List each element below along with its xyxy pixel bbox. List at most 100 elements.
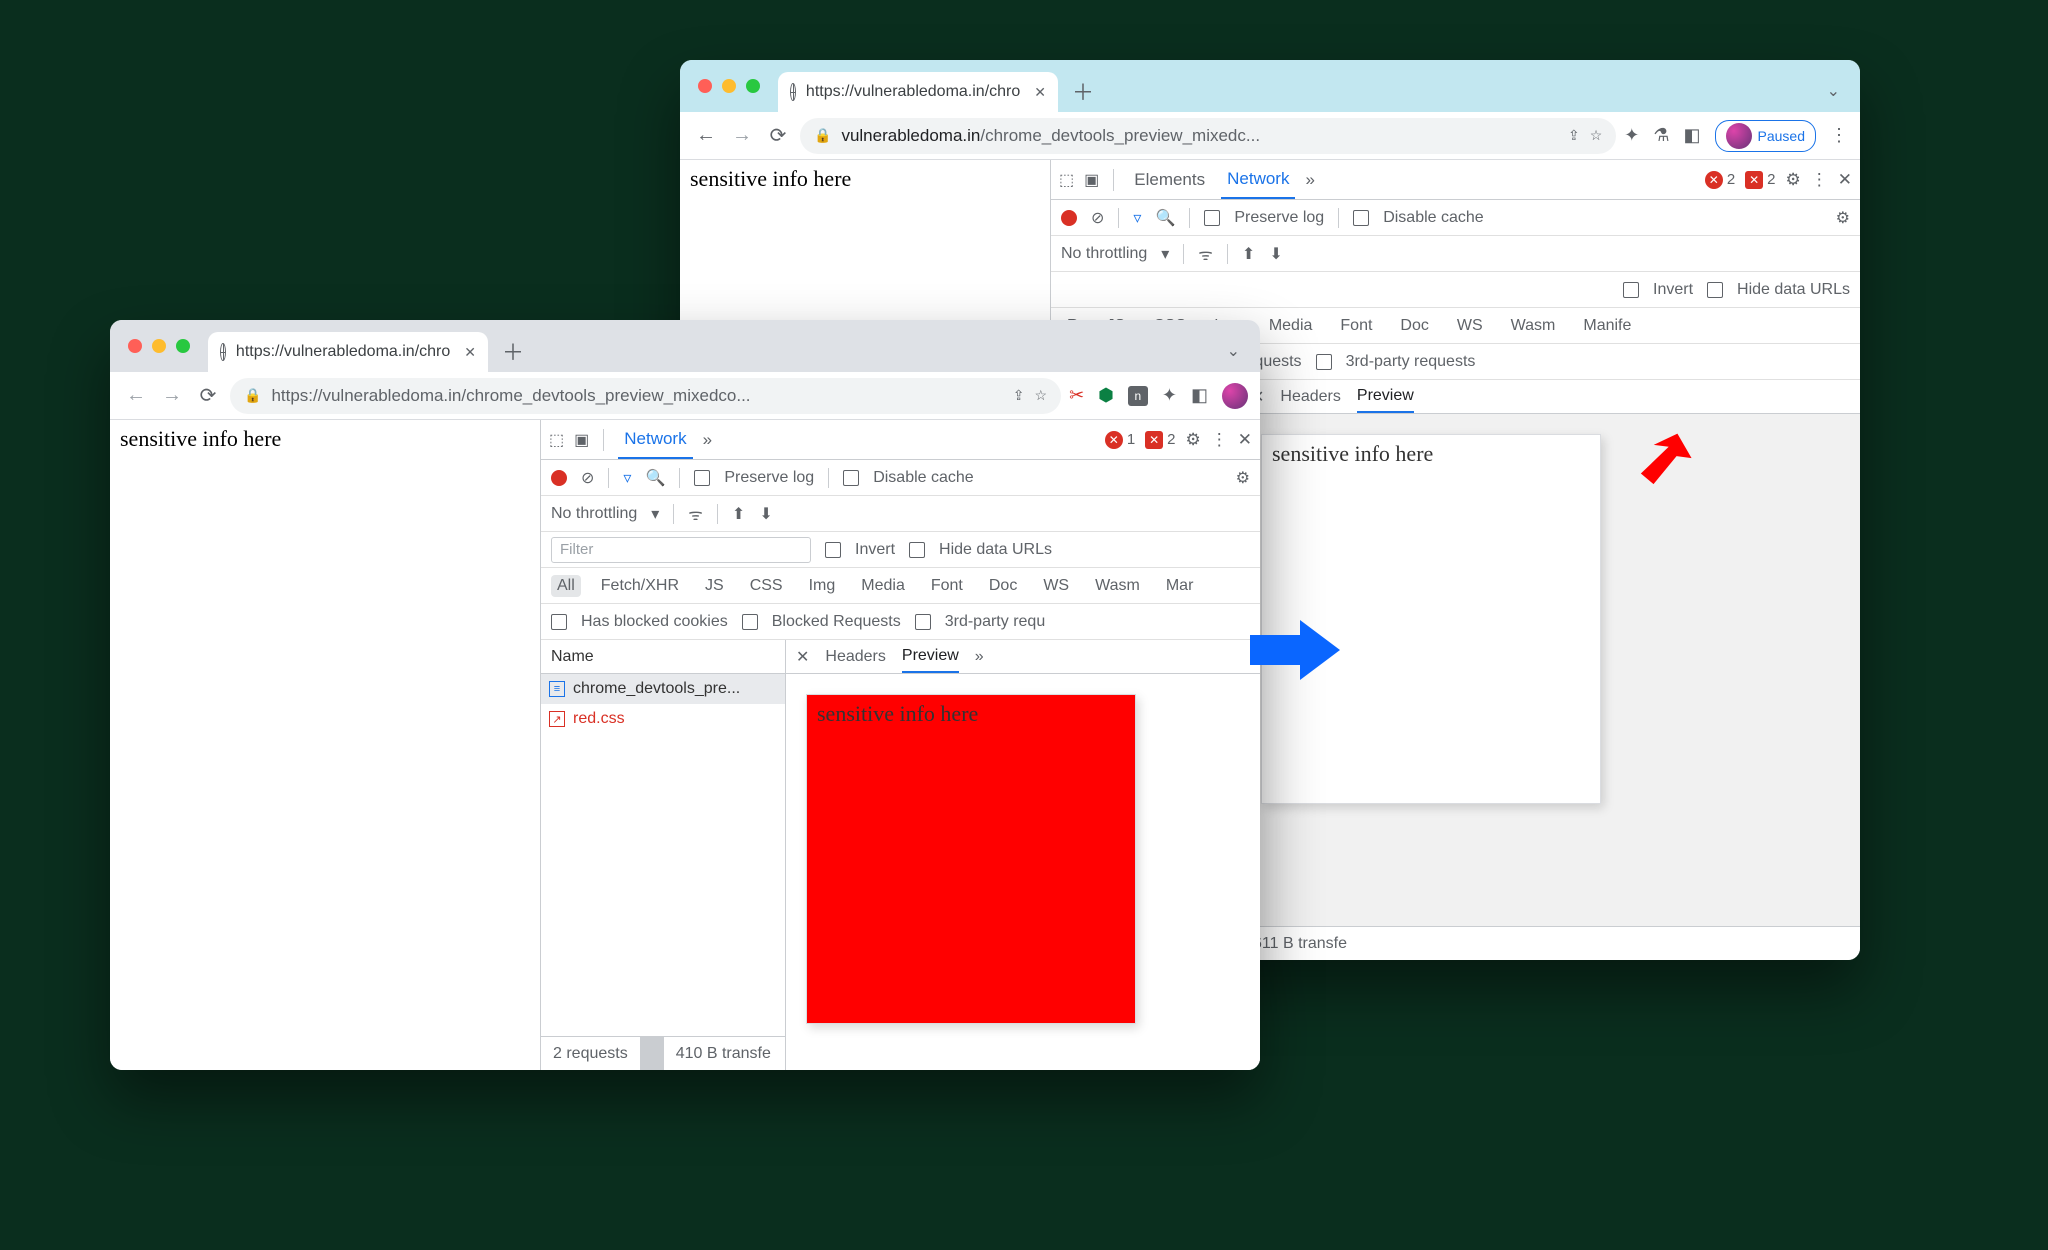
device-icon[interactable]: ▣ [574, 430, 589, 450]
type-chip[interactable]: Font [1334, 315, 1378, 337]
disable-cache-checkbox[interactable] [1353, 210, 1369, 226]
reload-button[interactable]: ⟳ [194, 383, 222, 408]
blocked-requests-checkbox[interactable] [742, 614, 758, 630]
close-devtools-icon[interactable]: ✕ [1238, 430, 1252, 450]
star-icon[interactable]: ☆ [1035, 387, 1048, 404]
avatar-icon[interactable] [1222, 383, 1248, 409]
tab-close-icon[interactable]: ✕ [1034, 84, 1046, 101]
gear-icon[interactable]: ⚙ [1186, 430, 1201, 450]
share-icon[interactable]: ⇪ [1013, 387, 1025, 404]
type-chip[interactable]: JS [699, 575, 730, 597]
request-item[interactable]: ↗ red.css [541, 704, 785, 734]
type-chip[interactable]: Doc [983, 575, 1023, 597]
preserve-log-checkbox[interactable] [1204, 210, 1220, 226]
tab-headers[interactable]: Headers [1280, 380, 1340, 413]
profile-chip[interactable]: Paused [1715, 120, 1816, 152]
download-icon[interactable]: ⬇ [759, 504, 772, 524]
net-gear-icon[interactable]: ⚙ [1836, 208, 1850, 228]
disable-cache-checkbox[interactable] [843, 470, 859, 486]
tab-network[interactable]: Network [1221, 160, 1295, 199]
tabs-dropdown-icon[interactable]: ⌄ [1227, 341, 1240, 361]
new-tab-button[interactable]: ＋ [502, 335, 524, 367]
net-gear-icon[interactable]: ⚙ [1236, 468, 1250, 488]
type-chip[interactable]: Fetch/XHR [595, 575, 685, 597]
type-chip[interactable]: Media [855, 575, 911, 597]
ext-icon-2[interactable]: n [1128, 386, 1148, 406]
zoom-icon[interactable] [176, 339, 190, 353]
device-icon[interactable]: ▣ [1084, 170, 1099, 190]
request-item[interactable]: ≡ chrome_devtools_pre... [541, 674, 785, 704]
upload-icon[interactable]: ⬆ [732, 504, 745, 524]
invert-checkbox[interactable] [1623, 282, 1639, 298]
close-devtools-icon[interactable]: ✕ [1838, 170, 1852, 190]
extensions-icon[interactable]: ✦ [1624, 125, 1639, 146]
record-button[interactable] [551, 470, 567, 486]
ext-icon-1[interactable]: ⬢ [1098, 385, 1114, 406]
download-icon[interactable]: ⬇ [1269, 244, 1282, 264]
filter-icon[interactable]: ▿ [623, 468, 631, 488]
type-chip[interactable]: Mar [1160, 575, 1200, 597]
tabs-more-icon[interactable]: » [703, 430, 712, 450]
type-chip[interactable]: Wasm [1089, 575, 1146, 597]
throttling-select[interactable]: No throttling [1061, 245, 1147, 263]
wifi-icon[interactable]: ᯤ [1198, 243, 1213, 265]
new-tab-button[interactable]: ＋ [1072, 75, 1094, 107]
filter-input[interactable]: Filter [551, 537, 811, 563]
type-chip[interactable]: Img [803, 575, 842, 597]
chevron-down-icon[interactable]: ▾ [1161, 244, 1169, 264]
issues-chip[interactable]: ✕2 [1745, 171, 1775, 189]
inspect-icon[interactable]: ⬚ [549, 430, 564, 450]
browser-tab[interactable]: https://vulnerabledoma.in/chro ✕ [778, 72, 1058, 112]
preserve-log-checkbox[interactable] [694, 470, 710, 486]
tab-headers[interactable]: Headers [825, 640, 885, 673]
tab-close-icon[interactable]: ✕ [464, 344, 476, 361]
close-detail-icon[interactable]: ✕ [796, 647, 809, 667]
third-party-checkbox[interactable] [1316, 354, 1332, 370]
record-button[interactable] [1061, 210, 1077, 226]
tab-elements[interactable]: Elements [1128, 160, 1211, 199]
blocked-cookies-checkbox[interactable] [551, 614, 567, 630]
close-icon[interactable] [128, 339, 142, 353]
search-icon[interactable]: 🔍 [645, 468, 665, 488]
tab-network[interactable]: Network [618, 420, 692, 459]
forward-button[interactable]: → [728, 124, 756, 147]
minimize-icon[interactable] [152, 339, 166, 353]
extensions-icon[interactable]: ✦ [1162, 385, 1177, 406]
kebab-icon[interactable]: ⋮ [1811, 170, 1828, 190]
kebab-menu-icon[interactable]: ⋮ [1830, 125, 1848, 146]
hide-urls-checkbox[interactable] [1707, 282, 1723, 298]
chevron-down-icon[interactable]: ▾ [651, 504, 659, 524]
search-icon[interactable]: 🔍 [1155, 208, 1175, 228]
tab-preview[interactable]: Preview [902, 640, 959, 673]
type-chip[interactable]: Doc [1394, 315, 1434, 337]
tabs-more-icon[interactable]: » [1305, 170, 1314, 190]
filter-icon[interactable]: ▿ [1133, 208, 1141, 228]
close-icon[interactable] [698, 79, 712, 93]
reload-button[interactable]: ⟳ [764, 123, 792, 148]
minimize-icon[interactable] [722, 79, 736, 93]
third-party-checkbox[interactable] [915, 614, 931, 630]
detail-more-icon[interactable]: » [975, 648, 984, 666]
clear-icon[interactable]: ⊘ [1091, 208, 1104, 228]
flask-icon[interactable]: ⚗ [1653, 125, 1669, 146]
back-button[interactable]: ← [692, 124, 720, 147]
gear-icon[interactable]: ⚙ [1786, 170, 1801, 190]
issues-chip[interactable]: ✕2 [1145, 431, 1175, 449]
back-button[interactable]: ← [122, 384, 150, 407]
type-chip[interactable]: WS [1037, 575, 1075, 597]
hide-urls-checkbox[interactable] [909, 542, 925, 558]
panel-icon[interactable]: ◧ [1191, 385, 1208, 406]
omnibox[interactable]: 🔒 vulnerabledoma.in/chrome_devtools_prev… [800, 118, 1616, 154]
kebab-icon[interactable]: ⋮ [1211, 430, 1228, 450]
panel-icon[interactable]: ◧ [1684, 125, 1701, 146]
type-chip[interactable]: Wasm [1505, 315, 1562, 337]
clear-icon[interactable]: ⊘ [581, 468, 594, 488]
type-chip[interactable]: Media [1263, 315, 1319, 337]
browser-tab[interactable]: https://vulnerabledoma.in/chro ✕ [208, 332, 488, 372]
scissors-icon[interactable]: ✂ [1069, 385, 1084, 406]
star-icon[interactable]: ☆ [1590, 127, 1603, 144]
type-chip[interactable]: CSS [744, 575, 789, 597]
tab-preview[interactable]: Preview [1357, 380, 1414, 413]
invert-checkbox[interactable] [825, 542, 841, 558]
tabs-dropdown-icon[interactable]: ⌄ [1827, 81, 1840, 101]
